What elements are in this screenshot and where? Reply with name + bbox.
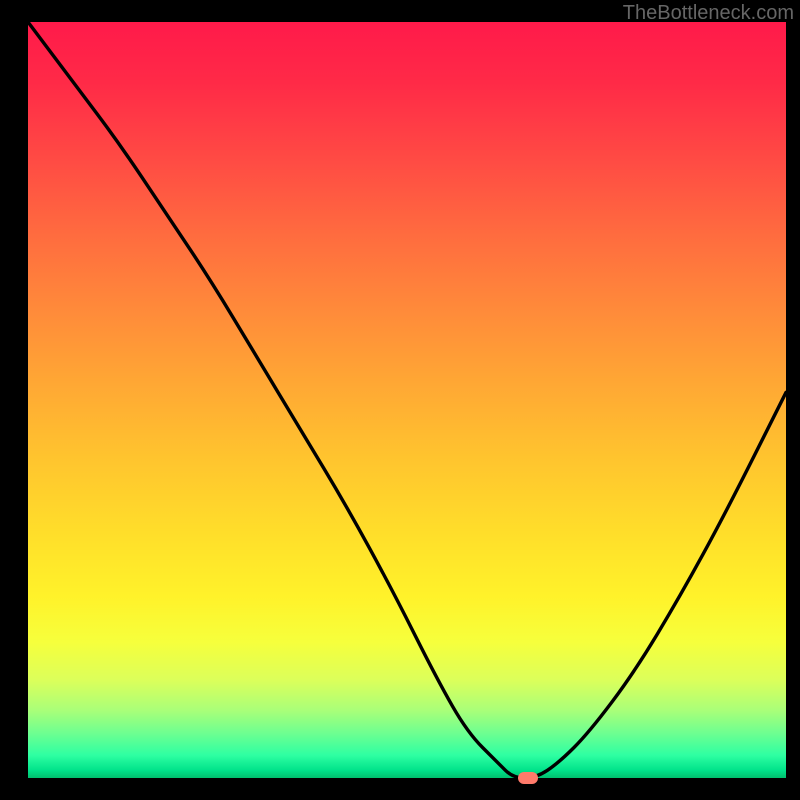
bottleneck-curve (28, 22, 786, 778)
plot-area (28, 22, 786, 778)
optimum-marker (518, 772, 538, 784)
curve-svg (28, 22, 786, 778)
watermark-text: TheBottleneck.com (623, 2, 794, 25)
chart-container: TheBottleneck.com (0, 0, 800, 800)
